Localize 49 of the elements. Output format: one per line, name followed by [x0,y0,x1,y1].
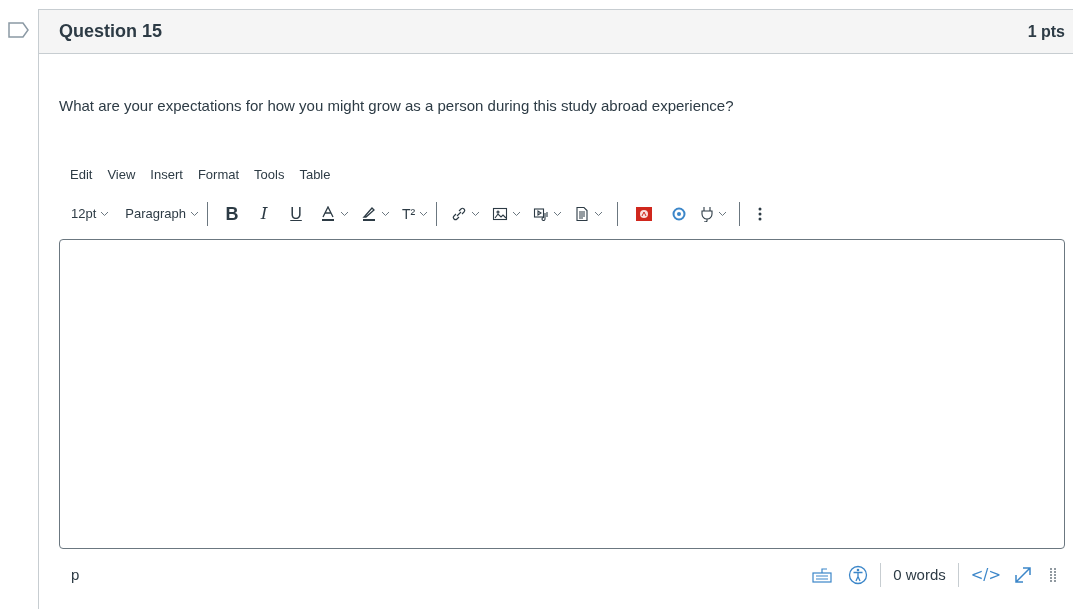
word-count: 0 words [893,564,946,585]
image-icon [492,206,509,222]
highlight-button[interactable] [361,206,391,222]
accessibility-icon[interactable] [848,565,869,585]
menu-item[interactable]: View [107,164,136,184]
format-button[interactable]: B [216,200,249,228]
chevron-down-icon [718,211,728,217]
element-path: p [71,564,80,585]
chevron-down-icon [512,211,522,217]
media-button[interactable] [533,206,563,222]
document-button[interactable] [574,206,604,222]
media-icon [533,206,550,222]
text-color-button[interactable] [320,206,350,222]
highlighter-icon [361,206,378,222]
plug-icon [700,206,715,222]
app-logo-icon[interactable] [636,207,653,221]
chevron-down-icon [190,211,200,217]
chevron-down-icon [471,211,481,217]
html-editor-toggle[interactable]: </> [970,563,1001,587]
menu-item[interactable]: Table [299,164,331,184]
link-button[interactable] [451,206,481,222]
plugin-button[interactable] [700,206,728,222]
block-format-dropdown[interactable]: Paragraph [125,204,200,224]
menu-item[interactable]: Edit [70,164,93,184]
points-label: 1 pts [1027,21,1065,42]
resize-handle-icon[interactable] [1049,567,1057,583]
flag-icon[interactable] [8,22,30,38]
fullscreen-icon[interactable] [1013,565,1033,585]
chevron-down-icon [340,211,350,217]
document-icon [574,206,591,222]
format-button[interactable]: I [248,201,281,227]
question-title: Question 15 [59,20,163,43]
question-text: What are your expectations for how you might grow as a person during this study abroad experience? [59,96,735,116]
chevron-down-icon [594,211,604,217]
chevron-down-icon [100,211,110,217]
format-button[interactable]: U [280,202,313,226]
menu-item[interactable]: Insert [150,164,183,184]
chevron-down-icon [381,211,391,217]
menu-item[interactable]: Format [197,164,240,184]
image-button[interactable] [492,206,522,222]
more-options-icon[interactable] [758,206,763,222]
text-color-icon [320,206,337,222]
menu-item[interactable]: Tools [254,164,285,184]
link-icon [451,206,468,222]
circle-icon[interactable] [672,207,687,221]
chevron-down-icon [419,211,429,217]
font-size-dropdown[interactable]: 12pt [71,204,110,224]
chevron-down-icon [553,211,563,217]
superscript-button[interactable]: T² [402,203,429,225]
